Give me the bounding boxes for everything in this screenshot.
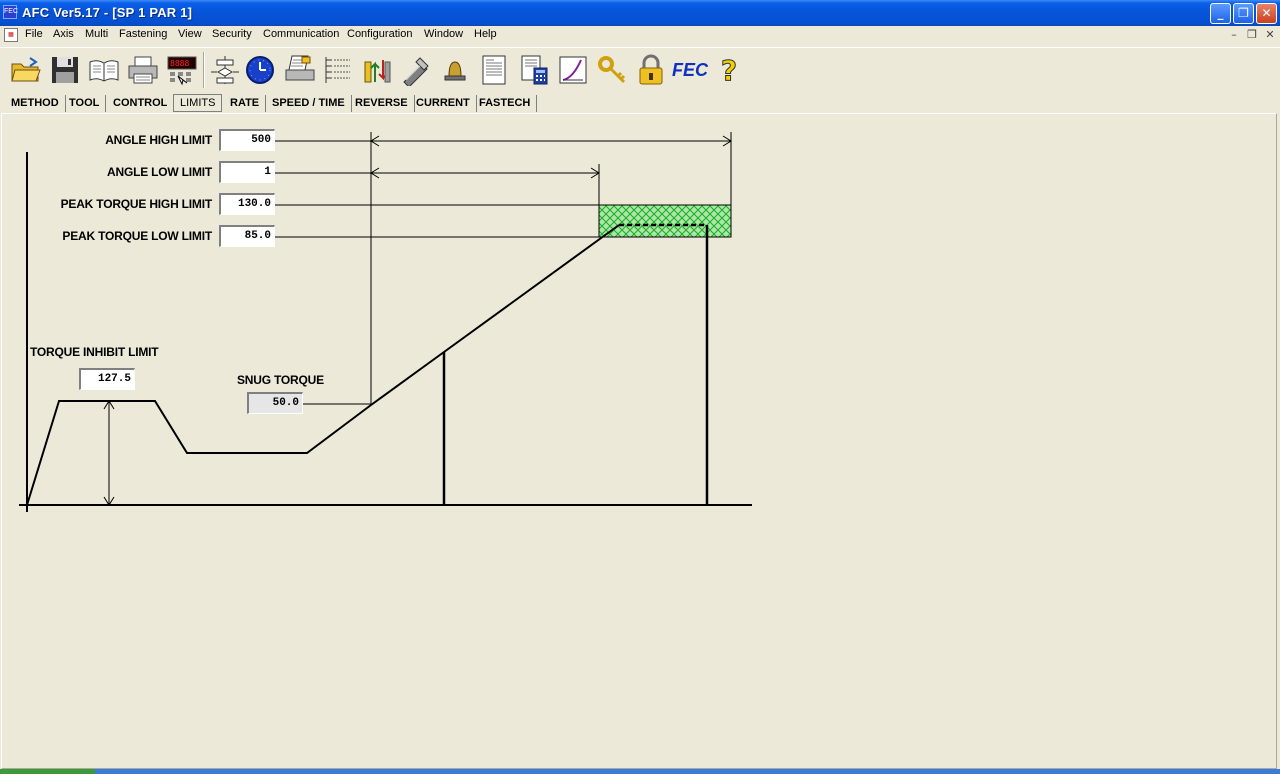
help-question-mark: ? — [720, 53, 738, 87]
toolbar: 8888 FEC ? — [0, 47, 1280, 91]
menu-fastening[interactable]: Fastening — [119, 28, 167, 40]
calculator-document-icon[interactable] — [516, 52, 552, 88]
tab-fastech[interactable]: FASTECH — [473, 95, 538, 112]
torque-inhibit-limit-label: TORQUE INHIBIT LIMIT — [30, 345, 159, 359]
menu-axis[interactable]: Axis — [53, 28, 74, 40]
angle-high-limit-label: ANGLE HIGH LIMIT — [105, 133, 212, 147]
tab-rate[interactable]: RATE — [224, 95, 267, 112]
torque-angle-diagram — [19, 132, 752, 512]
title-bar: FEC AFC Ver5.17 - [SP 1 PAR 1] _ ❐ ✕ — [0, 0, 1280, 26]
fec-logo-text: FEC — [672, 59, 708, 80]
tab-reverse[interactable]: REVERSE — [349, 95, 415, 112]
open-folder-icon[interactable] — [8, 52, 44, 88]
tab-speed-time[interactable]: SPEED / TIME — [266, 95, 352, 112]
tab-current[interactable]: CURRENT — [410, 95, 477, 112]
window-title: AFC Ver5.17 - [SP 1 PAR 1] — [22, 5, 193, 20]
menu-bar: ▦ File Axis Multi Fastening View Securit… — [0, 26, 1280, 44]
taskbar-strip — [0, 769, 1280, 774]
angle-high-limit-field[interactable]: 500 — [219, 129, 275, 151]
printer-settings-icon[interactable] — [282, 52, 318, 88]
help-question-icon[interactable]: ? — [711, 52, 747, 88]
close-button[interactable]: ✕ — [1256, 3, 1277, 24]
mdi-minimize-button[interactable]: – — [1227, 28, 1241, 42]
minimize-button[interactable]: _ — [1210, 3, 1231, 24]
padlock-icon[interactable] — [633, 52, 669, 88]
toolbar-separator — [203, 52, 205, 88]
curve-graph-icon[interactable] — [555, 52, 591, 88]
menu-security[interactable]: Security — [212, 28, 252, 40]
key-icon[interactable] — [594, 52, 630, 88]
list-icon[interactable] — [320, 52, 356, 88]
restore-button[interactable]: ❐ — [1233, 3, 1254, 24]
tab-method[interactable]: METHOD — [5, 95, 66, 112]
angle-low-limit-label: ANGLE LOW LIMIT — [107, 165, 212, 179]
menu-view[interactable]: View — [178, 28, 202, 40]
snug-torque-field: 50.0 — [247, 392, 303, 414]
document-window-icon[interactable]: ▦ — [4, 28, 18, 42]
angle-low-limit-field[interactable]: 1 — [219, 161, 275, 183]
axis-arrows-icon[interactable] — [359, 52, 395, 88]
peak-torque-high-limit-label: PEAK TORQUE HIGH LIMIT — [60, 197, 213, 211]
clock-icon[interactable] — [242, 52, 278, 88]
svg-text:8888: 8888 — [170, 59, 189, 68]
tab-limits[interactable]: LIMITS — [173, 94, 223, 112]
tab-tool[interactable]: TOOL — [63, 95, 107, 112]
save-disk-icon[interactable] — [47, 52, 83, 88]
accept-window-zone — [598, 204, 732, 238]
book-icon[interactable] — [86, 52, 122, 88]
menu-configuration[interactable]: Configuration — [347, 28, 412, 40]
mdi-close-button[interactable]: ✕ — [1263, 28, 1277, 42]
menu-file[interactable]: File — [25, 28, 43, 40]
torque-inhibit-limit-field[interactable]: 127.5 — [79, 368, 135, 390]
printer-icon[interactable] — [125, 52, 161, 88]
flowchart-icon[interactable] — [207, 52, 243, 88]
snug-torque-label: SNUG TORQUE — [237, 373, 324, 387]
tab-control[interactable]: CONTROL — [107, 95, 175, 112]
peak-torque-low-limit-field[interactable]: 85.0 — [219, 225, 275, 247]
document-icon[interactable] — [476, 52, 512, 88]
peak-torque-high-limit-field[interactable]: 130.0 — [219, 193, 275, 215]
tab-bar: METHOD TOOL CONTROL LIMITS RATE SPEED / … — [0, 93, 1280, 113]
start-button-strip[interactable] — [0, 769, 95, 774]
menu-window[interactable]: Window — [424, 28, 463, 40]
wrench-tool-icon[interactable] — [398, 52, 434, 88]
fec-logo-icon[interactable]: FEC — [672, 52, 708, 88]
menu-help[interactable]: Help — [474, 28, 497, 40]
mdi-restore-button[interactable]: ❐ — [1245, 28, 1259, 42]
menu-multi[interactable]: Multi — [85, 28, 108, 40]
torque-curve — [26, 224, 620, 506]
display-panel-icon[interactable]: 8888 — [164, 52, 200, 88]
menu-communication[interactable]: Communication — [263, 28, 339, 40]
bell-icon[interactable] — [437, 52, 473, 88]
limits-panel: ANGLE HIGH LIMIT 500 ANGLE LOW LIMIT 1 P… — [1, 113, 1277, 769]
peak-torque-low-limit-label: PEAK TORQUE LOW LIMIT — [62, 229, 212, 243]
afc-app-icon[interactable]: FEC — [3, 5, 18, 19]
